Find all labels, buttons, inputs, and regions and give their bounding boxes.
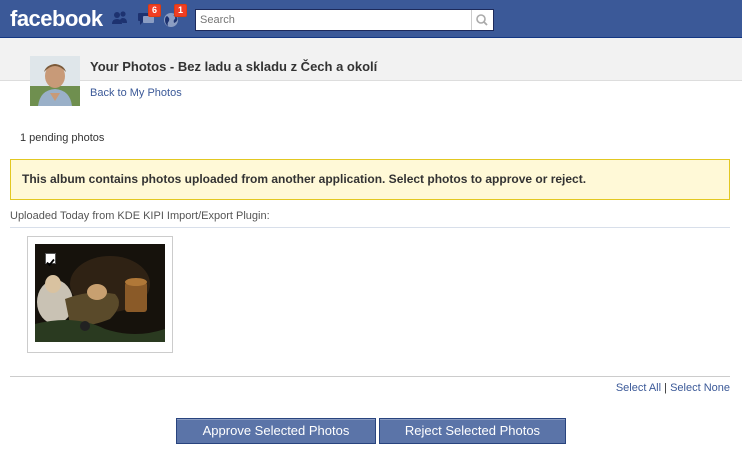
messages-jewel[interactable]: 6 [137, 4, 162, 28]
top-bar: facebook 6 1 [0, 0, 742, 38]
search-box [195, 9, 494, 31]
facebook-logo[interactable]: facebook [10, 6, 103, 32]
photo-thumbnail[interactable] [27, 236, 173, 353]
search-input[interactable] [200, 11, 470, 29]
select-none-link[interactable]: Select None [670, 382, 730, 394]
photo-image[interactable] [35, 244, 165, 342]
select-all-link[interactable]: Select All [616, 382, 661, 394]
approve-selected-photos-button[interactable]: Approve Selected Photos [176, 418, 376, 444]
divider [10, 227, 730, 228]
selection-controls: Select All | Select None [616, 382, 730, 394]
album-notice: This album contains photos uploaded from… [10, 159, 730, 200]
pending-count: 1 pending photos [20, 132, 105, 144]
messages-count-badge: 6 [148, 4, 162, 17]
friend-requests-jewel[interactable] [111, 10, 131, 28]
profile-photo [30, 56, 80, 106]
upload-source-label: Uploaded Today from KDE KIPI Import/Expo… [10, 210, 270, 222]
separator: | [664, 382, 667, 394]
checkmark-icon [46, 258, 55, 267]
notifications-jewel[interactable]: 1 [162, 4, 188, 28]
search-icon [476, 14, 488, 26]
back-to-my-photos-link[interactable]: Back to My Photos [90, 87, 182, 99]
page-title: Your Photos - Bez ladu a skladu z Čech a… [90, 59, 378, 74]
photo-select-checkbox[interactable] [45, 253, 56, 267]
friends-icon [112, 11, 127, 24]
search-button[interactable] [471, 10, 493, 30]
divider [10, 376, 730, 377]
avatar[interactable] [30, 56, 80, 106]
reject-selected-photos-button[interactable]: Reject Selected Photos [379, 418, 566, 444]
notifications-count-badge: 1 [174, 4, 188, 17]
